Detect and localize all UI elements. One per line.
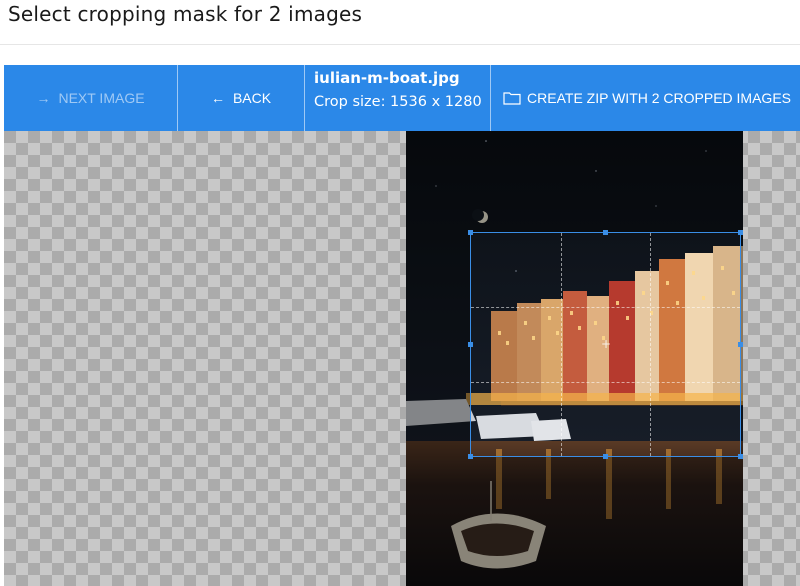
crop-handle-w[interactable] — [468, 342, 473, 347]
crop-dim-top — [406, 131, 743, 232]
crop-selection-box[interactable]: + — [468, 230, 743, 459]
crop-dim-left — [406, 232, 470, 457]
crop-handle-n[interactable] — [603, 230, 608, 235]
next-image-button[interactable]: → NEXT IMAGE — [4, 65, 178, 131]
file-info: iulian-m-boat.jpg Crop size: 1536 x 1280 — [305, 65, 491, 131]
folder-icon — [503, 92, 521, 105]
image-preview: + — [406, 131, 743, 586]
page-title: Select cropping mask for 2 images — [8, 2, 363, 26]
arrow-left-icon: ← — [210, 90, 225, 106]
crop-workspace[interactable]: + — [4, 131, 800, 586]
arrow-right-icon: → — [36, 90, 51, 106]
crop-dim-bottom — [406, 457, 743, 586]
crop-size: Crop size: 1536 x 1280 — [314, 94, 482, 110]
crop-handle-sw[interactable] — [468, 454, 473, 459]
create-zip-label: CREATE ZIP WITH 2 CROPPED IMAGES — [527, 90, 791, 106]
crop-grid-line — [560, 233, 562, 456]
crop-handle-ne[interactable] — [738, 230, 743, 235]
toolbar: → NEXT IMAGE ← BACK iulian-m-boat.jpg Cr… — [4, 65, 800, 131]
back-label: BACK — [232, 90, 272, 106]
crop-grid-line — [650, 233, 652, 456]
crop-handle-se[interactable] — [738, 454, 743, 459]
crop-handle-e[interactable] — [738, 342, 743, 347]
back-button[interactable]: ← BACK — [178, 65, 305, 131]
header-divider — [0, 44, 800, 45]
crop-grid-line — [471, 381, 740, 383]
create-zip-button[interactable]: CREATE ZIP WITH 2 CROPPED IMAGES — [491, 65, 800, 131]
crop-center-icon: + — [601, 337, 612, 351]
next-image-label: NEXT IMAGE — [58, 90, 145, 106]
crop-handle-nw[interactable] — [468, 230, 473, 235]
file-name: iulian-m-boat.jpg — [314, 69, 460, 87]
crop-grid-line — [471, 307, 740, 309]
crop-handle-s[interactable] — [603, 454, 608, 459]
